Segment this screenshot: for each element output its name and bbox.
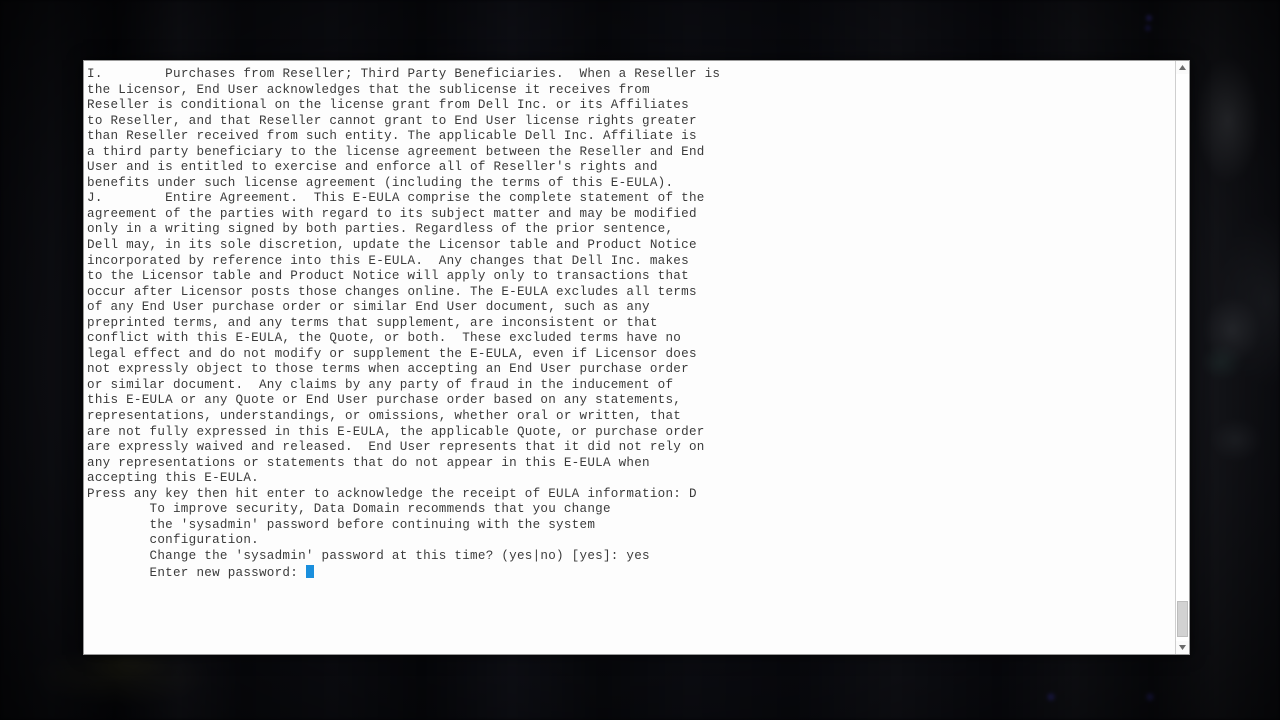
- triangle-up-icon: [1179, 65, 1186, 70]
- vertical-scrollbar[interactable]: [1175, 61, 1189, 654]
- triangle-down-icon: [1179, 645, 1186, 650]
- text-cursor: [305, 564, 314, 578]
- eula-text-block: I. Purchases from Reseller; Third Party …: [87, 67, 721, 486]
- terminal-window: I. Purchases from Reseller; Third Party …: [83, 60, 1190, 655]
- scroll-up-button[interactable]: [1176, 61, 1189, 74]
- enter-password-label: Enter new password:: [87, 565, 306, 580]
- terminal-output-area[interactable]: I. Purchases from Reseller; Third Party …: [84, 61, 1175, 654]
- eula-acknowledge-prompt: Press any key then hit enter to acknowle…: [87, 486, 697, 501]
- security-notice: To improve security, Data Domain recomme…: [149, 502, 611, 548]
- change-password-prompt: Change the 'sysadmin' password at this t…: [87, 548, 650, 563]
- scrollbar-track[interactable]: [1176, 74, 1189, 641]
- scrollbar-thumb[interactable]: [1177, 601, 1188, 637]
- enter-password-line[interactable]: Enter new password:: [87, 564, 1175, 582]
- scroll-down-button[interactable]: [1176, 641, 1189, 654]
